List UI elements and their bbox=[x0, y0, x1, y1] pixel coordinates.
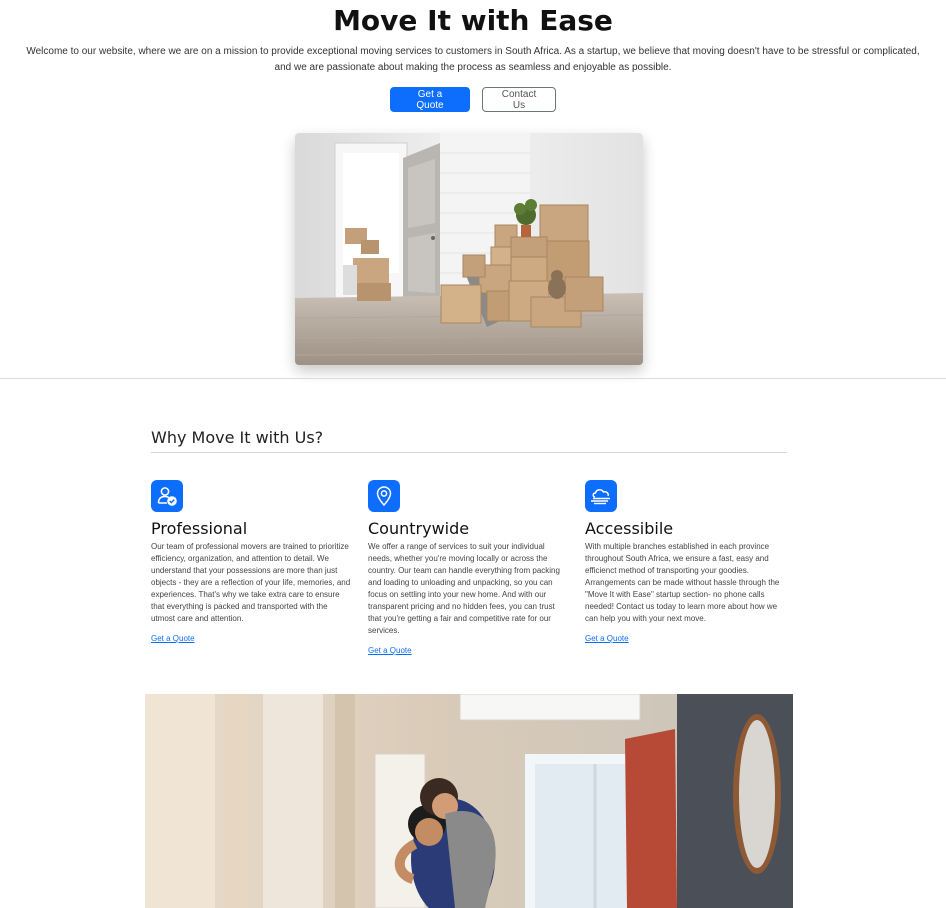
cloud-haze-icon bbox=[585, 480, 617, 512]
feature-title: Accessibile bbox=[585, 519, 674, 538]
person-check-icon bbox=[151, 480, 183, 512]
contact-us-button[interactable]: Contact Us bbox=[482, 87, 556, 112]
feature-quote-link[interactable]: Get a Quote bbox=[151, 634, 195, 643]
section-divider bbox=[0, 378, 946, 379]
features-row: Professional Our team of professional mo… bbox=[151, 480, 787, 658]
feature-title: Countrywide bbox=[368, 519, 470, 538]
moving-boxes-image bbox=[295, 133, 643, 365]
why-heading: Why Move It with Us? bbox=[151, 428, 787, 453]
hero-section: Move It with Ease Welcome to our website… bbox=[0, 0, 946, 112]
page-title: Move It with Ease bbox=[333, 4, 613, 37]
feature-title: Professional bbox=[151, 519, 248, 538]
hero-buttons: Get a Quote Contact Us bbox=[0, 87, 946, 112]
feature-text: With multiple branches established in ea… bbox=[585, 542, 780, 623]
feature-professional: Professional Our team of professional mo… bbox=[151, 480, 352, 658]
feature-accessible: Accessibile With multiple branches estab… bbox=[585, 480, 786, 658]
feature-quote-link[interactable]: Get a Quote bbox=[585, 634, 629, 643]
hero-description: Welcome to our website, where we are on … bbox=[26, 46, 920, 73]
feature-countrywide: Countrywide We offer a range of services… bbox=[368, 480, 569, 658]
geo-pin-icon bbox=[368, 480, 400, 512]
feature-text: Our team of professional movers are trai… bbox=[151, 542, 351, 623]
feature-text: We offer a range of services to suit you… bbox=[368, 542, 560, 635]
get-a-quote-button[interactable]: Get a Quote bbox=[390, 87, 470, 112]
feature-quote-link[interactable]: Get a Quote bbox=[368, 646, 412, 655]
why-section: Why Move It with Us? Professional Our te… bbox=[151, 428, 787, 658]
happy-couple-image bbox=[145, 694, 793, 908]
